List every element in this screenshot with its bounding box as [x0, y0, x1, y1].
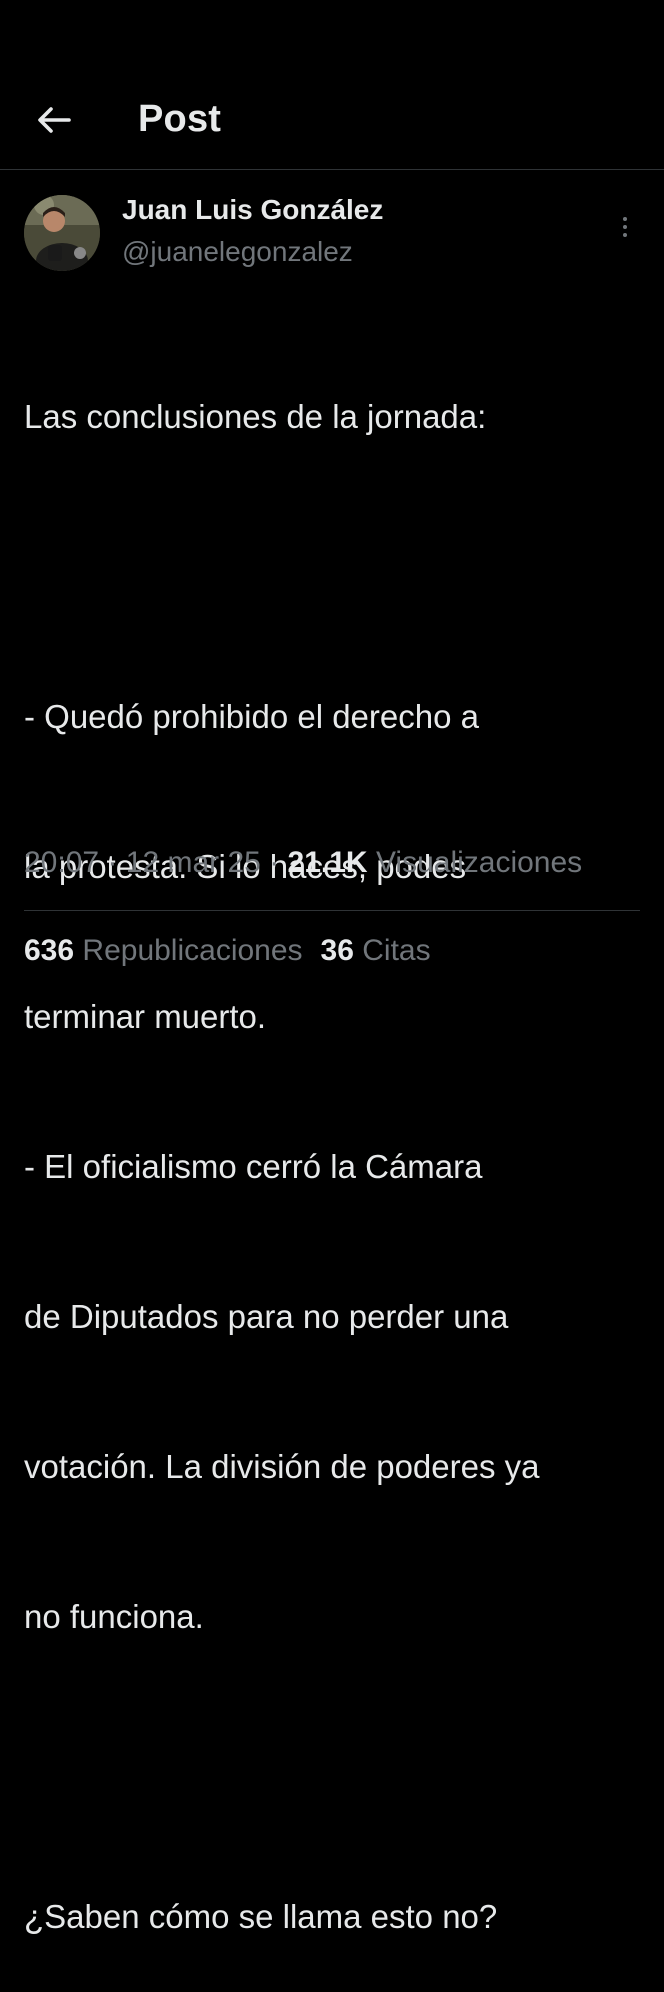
page-title: Post: [138, 98, 222, 140]
vertical-ellipsis-icon: [623, 217, 627, 221]
author-name[interactable]: Juan Luis González: [122, 194, 383, 226]
author-handle[interactable]: @juanelegonzalez: [122, 236, 353, 268]
top-bar: Post: [0, 0, 664, 170]
post-text: Las conclusiones de la jornada: - Quedó …: [24, 292, 644, 1992]
post-author: Juan Luis González @juanelegonzalez: [0, 190, 664, 280]
post-time[interactable]: 20:07: [24, 846, 99, 879]
reposts-stat[interactable]: 636 Republicaciones: [24, 934, 303, 967]
post-stats: 636 Republicaciones 36 Citas: [24, 934, 644, 968]
post-text-line: votación. La división de poderes ya: [24, 1448, 540, 1485]
post-text-line: - El oficialismo cerró la Cámara: [24, 1148, 483, 1185]
reposts-label: Republicaciones: [82, 934, 303, 967]
arrow-left-icon: [38, 107, 71, 133]
post-text-line: de Diputados para no perder una: [24, 1298, 509, 1335]
views-label[interactable]: Visualizaciones: [376, 846, 582, 879]
more-options-button[interactable]: [610, 212, 640, 242]
quotes-stat[interactable]: 36 Citas: [321, 934, 431, 967]
meta-separator: ·: [269, 846, 280, 879]
post-text-line: no funciona.: [24, 1598, 204, 1635]
post-text-line: ¿Saben cómo se llama esto no?: [24, 1898, 498, 1935]
avatar-photo: [24, 195, 100, 271]
post-metadata: 20:07 · 12 mar 25 · 21.1K Visualizacione…: [24, 846, 644, 880]
avatar[interactable]: [24, 195, 100, 271]
quotes-count: 36: [320, 934, 354, 967]
divider: [24, 910, 640, 911]
back-button[interactable]: [32, 100, 76, 140]
post-text-line: Las conclusiones de la jornada:: [24, 398, 487, 435]
quotes-label: Citas: [362, 934, 431, 967]
reposts-count: 636: [24, 934, 75, 967]
post-date[interactable]: 12 mar 25: [126, 846, 261, 879]
post-text-line: [24, 1742, 644, 1792]
post-text-line: [24, 542, 644, 592]
views-count[interactable]: 21.1K: [288, 846, 368, 879]
meta-separator: ·: [107, 846, 118, 879]
post-text-line: - Quedó prohibido el derecho a: [24, 698, 479, 735]
